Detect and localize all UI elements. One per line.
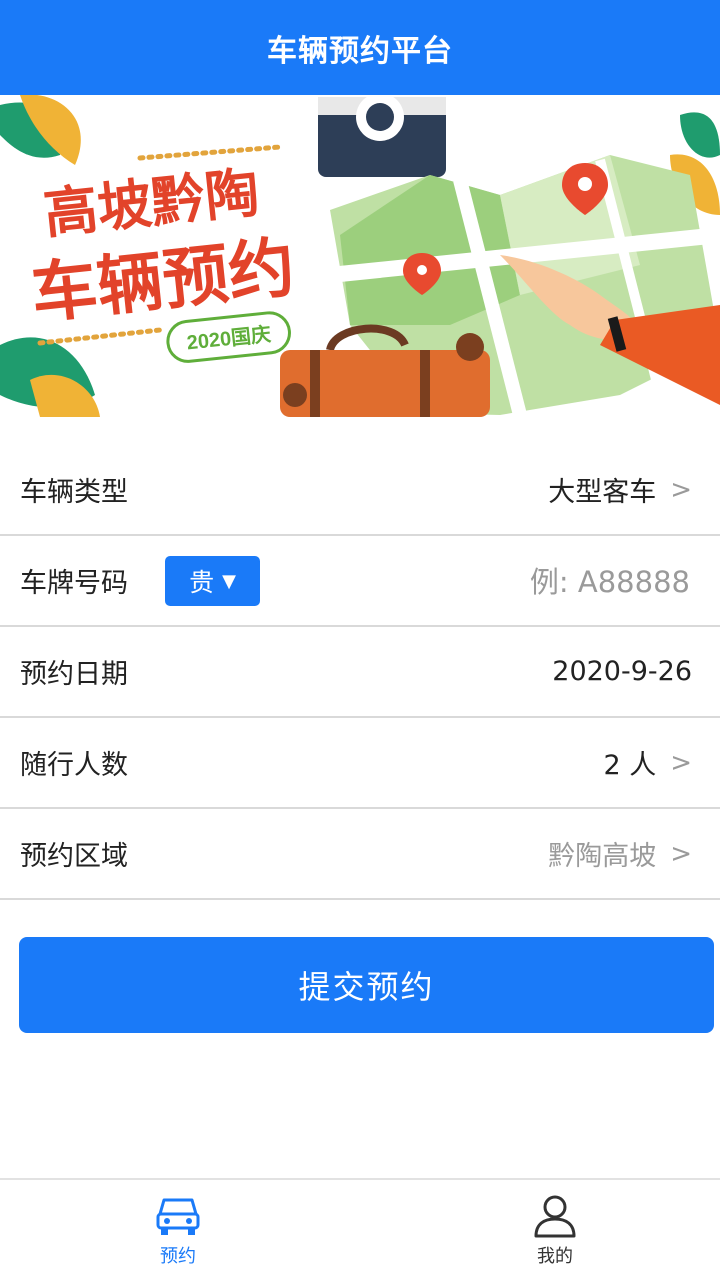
user-icon [534,1195,576,1238]
submit-button-label: 提交预约 [298,968,435,1006]
vehicle-type-value[interactable]: 大型客车 > [548,470,692,509]
area-row[interactable]: 预约区域 黔陶高坡 > [0,809,720,900]
bottom-tab-bar: 预约 我的 [0,1178,720,1280]
plate-number-input[interactable] [388,554,692,610]
tab-reserve[interactable]: 预约 [78,1180,278,1280]
chevron-right-icon: > [670,838,692,869]
chevron-right-icon: > [670,474,692,505]
date-label: 预约日期 [20,659,128,690]
province-select-button[interactable]: 贵 ▼ [165,556,260,606]
province-value: 贵 [189,568,215,597]
chevron-right-icon: > [670,747,692,778]
area-text: 黔陶高坡 [548,841,657,872]
plate-label: 车牌号码 [20,568,128,599]
area-value[interactable]: 黔陶高坡 > [548,834,692,873]
vehicle-type-text: 大型客车 [548,477,657,508]
tab-mine-label: 我的 [537,1246,573,1267]
submit-button[interactable]: 提交预约 [19,937,714,1033]
camera-icon [318,95,446,177]
app-header: 车辆预约平台 [0,0,720,95]
area-label: 预约区域 [20,841,128,872]
vehicle-type-row[interactable]: 车辆类型 大型客车 > [0,445,720,536]
car-icon [156,1198,200,1235]
date-value[interactable]: 2020-9-26 [552,656,692,687]
reservation-form: 车辆类型 大型客车 > 车牌号码 贵 ▼ 预约日期 2020-9-26 随行人数… [0,445,720,900]
plate-row: 车牌号码 贵 ▼ [0,536,720,627]
companions-row[interactable]: 随行人数 2 人 > [0,718,720,809]
companions-value[interactable]: 2 人 > [603,743,692,782]
dropdown-triangle-icon: ▼ [222,570,236,592]
promo-banner: 高坡黔陶 车辆预约 2020国庆 [0,95,720,417]
companions-label: 随行人数 [20,750,128,781]
date-row[interactable]: 预约日期 2020-9-26 [0,627,720,718]
tab-mine[interactable]: 我的 [455,1180,655,1280]
vehicle-type-label: 车辆类型 [20,477,128,508]
companions-text: 2 人 [603,750,657,781]
page-title: 车辆预约平台 [267,33,453,69]
tab-reserve-label: 预约 [160,1246,196,1267]
banner-illustration: 高坡黔陶 车辆预约 2020国庆 [0,95,720,417]
